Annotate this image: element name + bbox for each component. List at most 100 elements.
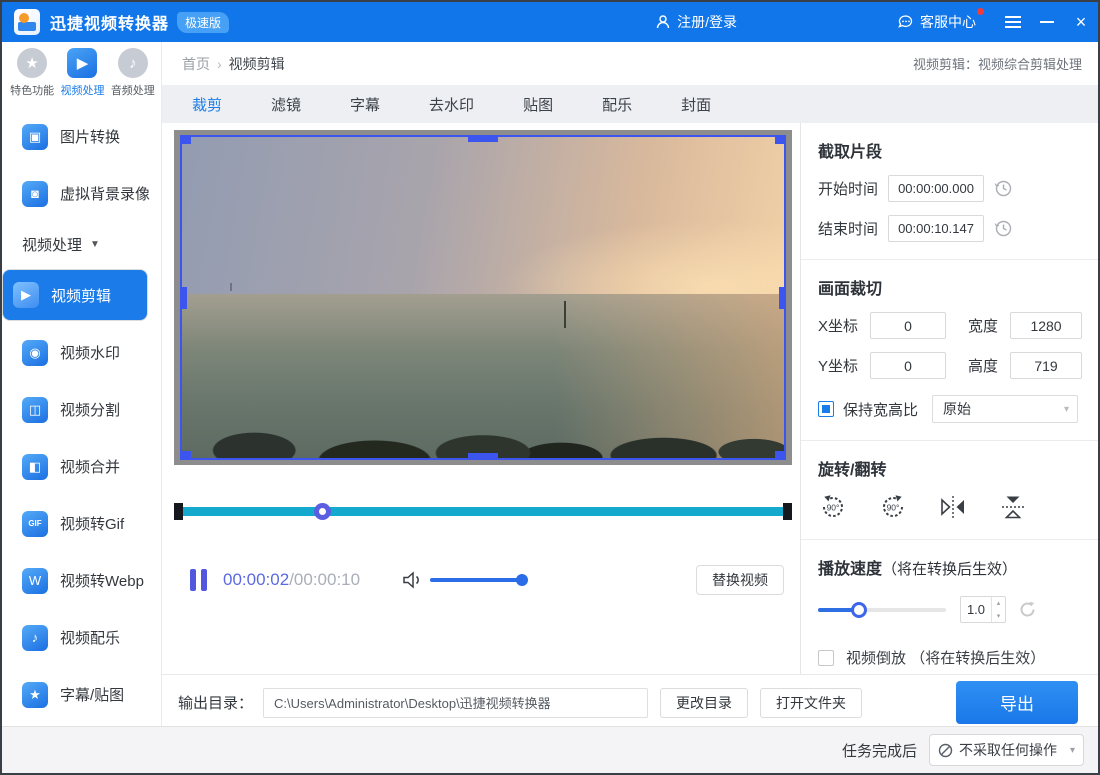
tab-sticker[interactable]: 贴图 [523,94,553,115]
clock-reset-icon[interactable] [994,219,1013,238]
sidebar-item-subtitle-sticker[interactable]: ★ 字幕/贴图 [2,666,161,723]
video-preview [174,130,792,465]
speed-section-title: 播放速度（将在转换后生效） [818,555,1084,579]
timeline-track[interactable] [178,507,788,516]
sidebar-item-video-merge[interactable]: ◧ 视频合并 [2,438,161,495]
reverse-video-label: 视频倒放 （将在转换后生效） [846,647,1045,668]
sidebar-item-video-watermark[interactable]: ◉ 视频水印 [2,324,161,381]
crop-handle-right[interactable] [779,287,786,309]
export-button[interactable]: 导出 [956,681,1078,724]
speed-title: 播放速度 [818,561,882,578]
sidebar-item-video-to-webp[interactable]: W 视频转Webp [2,552,161,609]
tab-music[interactable]: 配乐 [602,94,632,115]
flip-horizontal-icon[interactable] [938,492,968,522]
breadcrumb-home[interactable]: 首页 [182,54,210,74]
crop-handle-bottom-left[interactable] [180,451,191,460]
aspect-ratio-value: 原始 [943,399,971,419]
close-button[interactable]: × [1064,2,1098,42]
rotate-right-90-icon[interactable]: 90° [878,492,908,522]
crop-region[interactable] [180,135,786,460]
height-input[interactable] [1010,352,1082,379]
timeline[interactable] [174,501,792,522]
nav-video-processing[interactable]: ▶ 视频处理 [58,48,106,106]
login-label: 注册/登录 [677,12,737,32]
rotate-section: 旋转/翻转 90° 90° [801,441,1100,540]
rotate-left-90-icon[interactable]: 90° [818,492,848,522]
volume-slider[interactable] [430,578,526,582]
page-description: 视频剪辑：视频综合剪辑处理 [913,54,1082,73]
aspect-ratio-dropdown[interactable]: 原始 ▾ [932,395,1078,423]
trim-handle-end[interactable] [783,503,792,520]
sidebar-item-label: 视频合并 [60,456,120,477]
tab-cover[interactable]: 封面 [681,94,711,115]
reset-speed-icon[interactable] [1018,600,1037,619]
replace-video-button[interactable]: 替换视频 [696,565,784,595]
after-task-dropdown[interactable]: 不采取任何操作 ▾ [929,734,1084,766]
app-window: 迅捷视频转换器 极速版 注册/登录 客服中心 × ★ 特色功能 [0,0,1100,775]
sidebar-section-video-processing[interactable]: 视频处理 ▼ [2,222,161,266]
settings-panel: 截取片段 开始时间 结束时间 画面裁切 X坐标 宽度 [800,123,1100,674]
sidebar-list: ▣ 图片转换 ◙ 虚拟背景录像 视频处理 ▼ ▶ 视频剪辑 ◉ 视频水印 ◫ 视… [2,108,161,726]
width-input[interactable] [1010,312,1082,339]
trim-handle-start[interactable] [174,503,183,520]
speaker-icon[interactable] [402,571,422,589]
spin-up-icon[interactable]: ▴ [992,597,1005,610]
playhead[interactable] [314,503,331,520]
crop-handle-top-left[interactable] [180,135,191,144]
y-coord-input[interactable] [870,352,946,379]
crop-handle-left[interactable] [180,287,187,309]
open-folder-button[interactable]: 打开文件夹 [760,688,862,718]
clock-reset-icon[interactable] [994,179,1013,198]
crop-handle-top-right[interactable] [775,135,786,144]
speed-spinner[interactable]: 1.0 ▴ ▾ [960,596,1006,623]
flip-vertical-icon[interactable] [998,492,1028,522]
speed-slider-handle[interactable] [851,602,867,618]
service-center-button[interactable]: 客服中心 [897,12,976,32]
pause-button[interactable] [190,569,207,591]
crop-handle-top[interactable] [468,135,498,142]
chat-icon [897,14,914,31]
output-path-input[interactable] [263,688,648,718]
login-button[interactable]: 注册/登录 [655,12,737,32]
reverse-video-checkbox[interactable] [818,650,834,666]
volume-slider-handle[interactable] [516,574,528,586]
sidebar-item-label: 视频转Webp [60,570,144,591]
keep-aspect-ratio-checkbox[interactable] [818,401,834,417]
clip-section-title: 截取片段 [818,138,1084,162]
watermark-icon: ◉ [22,340,48,366]
sidebar-item-video-clip[interactable]: ▶ 视频剪辑 [2,269,148,321]
start-time-label: 开始时间 [818,178,878,199]
change-directory-button[interactable]: 更改目录 [660,688,748,718]
end-time-input[interactable] [888,215,984,242]
video-merge-icon: ◧ [22,454,48,480]
output-bar: 输出目录： 更改目录 打开文件夹 导出 [162,674,1098,730]
sidebar-item-video-split[interactable]: ◫ 视频分割 [2,381,161,438]
nav-feature-functions[interactable]: ★ 特色功能 [8,48,56,106]
minimize-button[interactable] [1030,2,1064,42]
rotate-section-title: 旋转/翻转 [818,456,1084,480]
crop-handle-bottom[interactable] [468,453,498,460]
prohibit-icon [938,743,953,758]
speed-slider[interactable] [818,608,946,612]
x-coord-label: X坐标 [818,315,858,336]
start-time-input[interactable] [888,175,984,202]
spin-down-icon[interactable]: ▾ [992,610,1005,623]
menu-button[interactable] [996,2,1030,42]
sidebar-item-video-to-gif[interactable]: GIF 视频转Gif [2,495,161,552]
video-clip-icon: ▶ [13,282,39,308]
sidebar-item-video-music[interactable]: ♪ 视频配乐 [2,609,161,666]
tab-remove-watermark[interactable]: 去水印 [429,94,474,115]
crop-handle-bottom-right[interactable] [775,451,786,460]
after-task-label: 任务完成后 [842,740,917,761]
time-display: 00:00:02/00:00:10 [223,570,360,590]
sidebar-item-virtual-background[interactable]: ◙ 虚拟背景录像 [2,165,161,222]
tab-crop[interactable]: 裁剪 [192,94,222,115]
keep-aspect-ratio-label: 保持宽高比 [843,399,918,420]
x-coord-input[interactable] [870,312,946,339]
tab-filter[interactable]: 滤镜 [271,94,301,115]
pause-icon [190,569,196,591]
tab-subtitle[interactable]: 字幕 [350,94,380,115]
nav-label: 特色功能 [10,82,54,98]
nav-audio-processing[interactable]: ♪ 音频处理 [109,48,157,106]
sidebar-item-image-convert[interactable]: ▣ 图片转换 [2,108,161,165]
